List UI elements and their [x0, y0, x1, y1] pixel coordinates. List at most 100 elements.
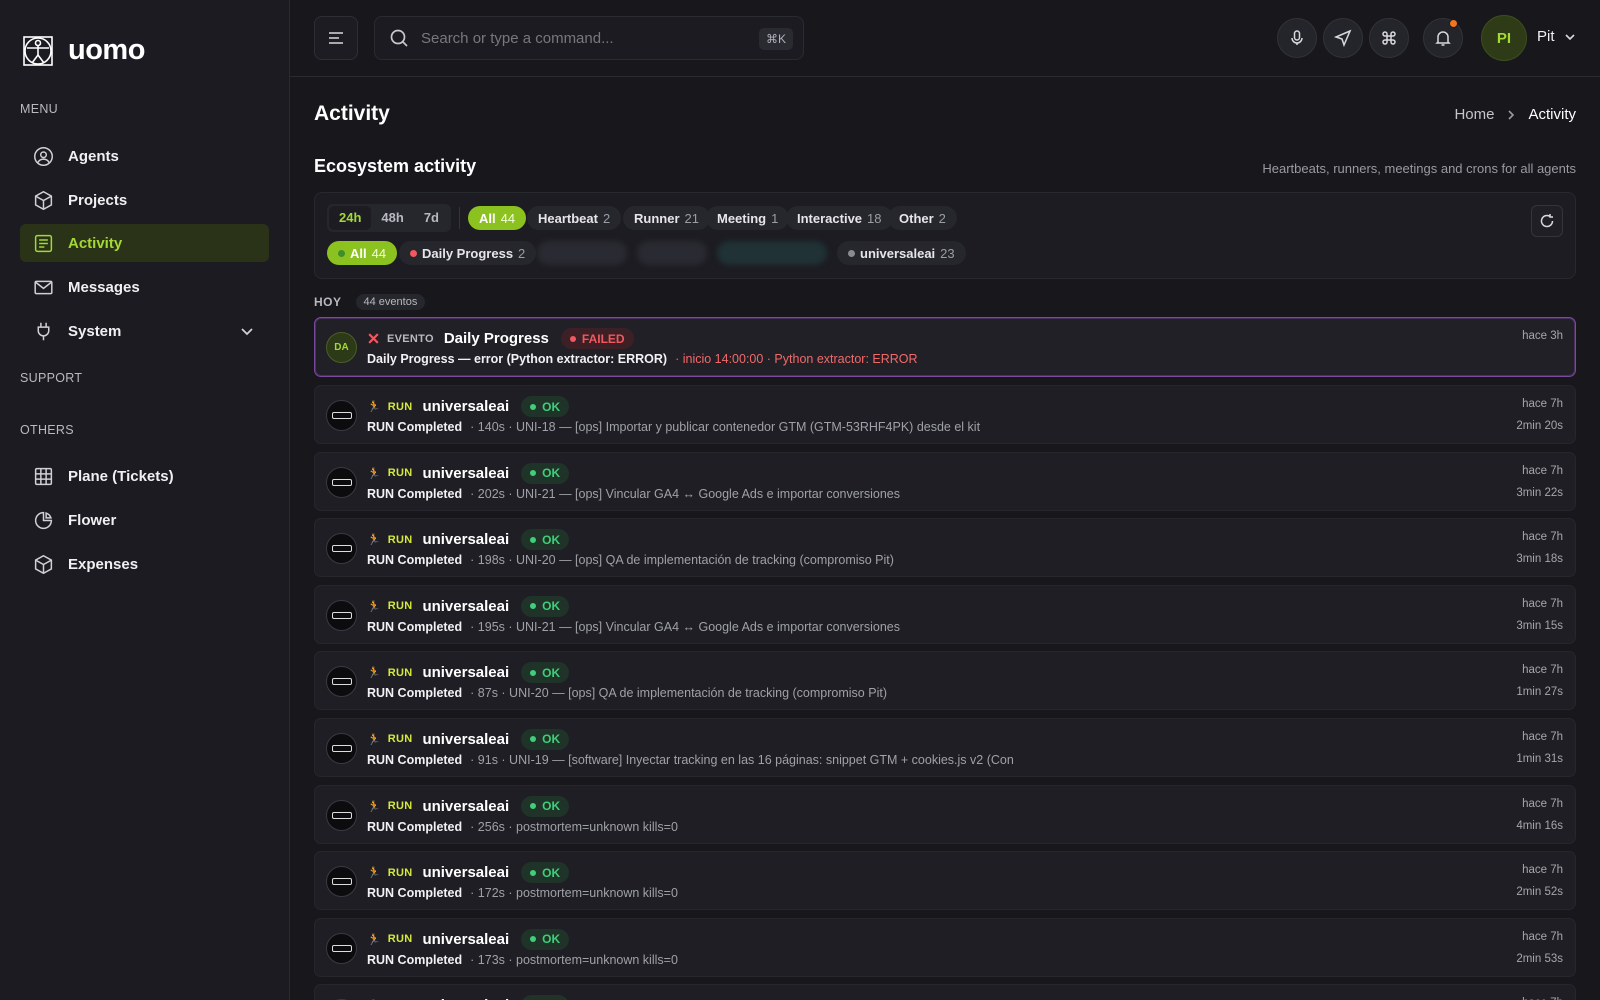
- event-row[interactable]: 🏃 RUN universaleai OK RUN Completed · 87s · U…: [314, 651, 1576, 711]
- event-type: RUN: [387, 467, 413, 480]
- microphone-button[interactable]: [1277, 18, 1317, 58]
- agent-filter-daily-progress[interactable]: Daily Progress 2: [399, 241, 537, 265]
- event-body: RUN Completed · 173s · postmortem=unknown…: [367, 953, 678, 967]
- filter-panel: 24h 48h 7d All 44 Heartbeat 2 Runner 21 …: [314, 192, 1576, 279]
- status-text: OK: [542, 799, 561, 814]
- notification-dot: [1449, 19, 1458, 28]
- agent-avatar: [326, 666, 357, 698]
- type-filter-heartbeat[interactable]: Heartbeat 2: [527, 206, 622, 230]
- event-agent-name: universaleai: [422, 531, 510, 549]
- event-header: 🏃 RUN universaleai OK: [367, 728, 570, 750]
- sidebar-item-label: Agents: [68, 147, 119, 165]
- event-duration: 3min 22s: [1516, 486, 1563, 499]
- event-body: RUN Completed · 202s · UNI-21 — [ops] Vin…: [367, 487, 900, 501]
- search-bar[interactable]: ⌘K: [374, 16, 804, 60]
- event-agent-name: universaleai: [422, 864, 510, 882]
- integrations-button[interactable]: [1369, 18, 1409, 58]
- search-input[interactable]: [421, 29, 741, 47]
- refresh-button[interactable]: [1531, 205, 1563, 237]
- type-filter-meeting[interactable]: Meeting 1: [706, 206, 790, 230]
- agent-logo-icon: [331, 412, 352, 419]
- user-menu[interactable]: Pit: [1537, 28, 1577, 45]
- event-type: RUN: [387, 666, 413, 679]
- refresh-icon: [1540, 214, 1554, 228]
- type-filter-interactive[interactable]: Interactive 18: [786, 206, 893, 230]
- bell-icon: [1435, 31, 1451, 46]
- chevron-down-icon[interactable]: [239, 323, 255, 339]
- event-row[interactable]: 🏃 RUN universaleai OK RUN Completed · 202s · …: [314, 451, 1576, 511]
- event-time: hace 7h: [1522, 664, 1563, 677]
- event-summary: RUN Completed: [367, 486, 463, 501]
- event-detail: · inicio 14:00:00 · Python extractor: ER…: [675, 352, 918, 366]
- page-title: Activity: [314, 102, 390, 125]
- send-icon: [1334, 29, 1352, 47]
- event-row[interactable]: 🏃 RUN universaleai OK RUN Completed · 198s · …: [314, 518, 1576, 578]
- event-row[interactable]: 🏃 RUN universaleai OK RUN Completed · 172s · …: [314, 851, 1576, 911]
- brand-logo[interactable]: uomo: [22, 34, 145, 67]
- agent-filter-redacted[interactable]: [717, 241, 827, 265]
- sidebar-item-projects[interactable]: Projects: [20, 181, 269, 219]
- chip-label: Heartbeat: [538, 210, 598, 226]
- running-person-icon: 🏃: [367, 933, 381, 946]
- sidebar-item-label: System: [68, 322, 122, 340]
- status-text: OK: [542, 732, 561, 747]
- user-avatar[interactable]: PI: [1481, 15, 1527, 61]
- status-text: OK: [542, 865, 561, 880]
- sidebar-item-plane-tickets[interactable]: Plane (Tickets): [20, 457, 269, 495]
- agent-filter-redacted[interactable]: [537, 241, 627, 265]
- event-summary: RUN Completed: [367, 952, 463, 967]
- event-row[interactable]: DA EVENTO Daily Progress FAILED Daily Progre…: [314, 317, 1576, 377]
- status-text: OK: [542, 532, 561, 547]
- vitruvian-logo-icon: [23, 35, 53, 66]
- status-dot: [848, 249, 855, 257]
- type-filter-other[interactable]: Other 2: [888, 206, 957, 230]
- event-row[interactable]: 🏃 RUN universaleai OK RUN Completed · 195s · …: [314, 584, 1576, 644]
- type-filter-all[interactable]: All 44: [468, 206, 527, 230]
- sidebar-item-label: Projects: [68, 191, 128, 209]
- event-row[interactable]: 🏃 RUN universaleai OK RUN Completed · 140s · …: [314, 385, 1576, 444]
- event-detail: · 202s · UNI-21 — [ops] Vincular GA4 ↔ G…: [470, 486, 900, 501]
- chip-label: Runner: [634, 210, 680, 226]
- search-icon: [390, 29, 408, 47]
- event-time: hace 3h: [1522, 330, 1563, 342]
- box-icon: [34, 554, 53, 574]
- time-range-48h[interactable]: 48h: [371, 206, 413, 230]
- event-row[interactable]: 🏃 RUN universaleai OK RUN Completed · 173s · …: [314, 917, 1576, 977]
- time-range-7d[interactable]: 7d: [414, 206, 449, 230]
- sidebar-item-system[interactable]: System: [20, 312, 269, 350]
- event-duration: 2min 52s: [1516, 886, 1563, 899]
- agent-avatar: [326, 866, 357, 898]
- agent-avatar: [326, 799, 357, 831]
- event-time: hace 7h: [1522, 464, 1563, 477]
- command-icon: [1382, 31, 1396, 45]
- event-summary: RUN Completed: [367, 553, 463, 568]
- search-shortcut-badge: ⌘K: [758, 28, 793, 50]
- event-row[interactable]: 🏃 RUN universaleai OK RUN Completed · 256s · …: [314, 784, 1576, 844]
- event-header: 🏃 RUN universaleai OK: [367, 928, 570, 950]
- event-header: 🏃 RUN universaleai OK: [367, 529, 570, 551]
- event-duration: 3min 15s: [1516, 619, 1563, 632]
- type-filter-runner[interactable]: Runner 21: [623, 206, 710, 230]
- agent-filter-redacted[interactable]: [637, 241, 707, 265]
- sidebar-item-activity[interactable]: Activity: [20, 224, 269, 262]
- status-text: OK: [542, 466, 561, 481]
- sidebar-item-agents[interactable]: Agents: [20, 137, 269, 175]
- breadcrumb-home-link[interactable]: Home: [1454, 106, 1494, 123]
- notifications-button[interactable]: [1423, 18, 1463, 58]
- status-text: OK: [542, 399, 561, 414]
- chevron-right-icon: [1508, 109, 1515, 120]
- sidebar-toggle-button[interactable]: [314, 16, 358, 60]
- time-range-24h[interactable]: 24h: [329, 206, 372, 230]
- plug-icon: [37, 322, 50, 340]
- status-text: OK: [542, 665, 561, 680]
- sidebar-item-messages[interactable]: Messages: [20, 268, 269, 306]
- sidebar-item-expenses[interactable]: Expenses: [20, 545, 269, 583]
- event-row[interactable]: 🏃RUNuniversaleaiOKhace 7h: [314, 984, 1576, 1000]
- breadcrumb: Home Activity: [1454, 106, 1576, 123]
- agent-filter-universaleai[interactable]: universaleai 23: [837, 241, 966, 265]
- sidebar-item-flower[interactable]: Flower: [20, 501, 269, 539]
- send-button[interactable]: [1323, 18, 1363, 58]
- agent-filter-all[interactable]: All 44: [327, 241, 398, 265]
- agent-avatar: [326, 533, 357, 565]
- event-row[interactable]: 🏃 RUN universaleai OK RUN Completed · 91s · U…: [314, 717, 1576, 777]
